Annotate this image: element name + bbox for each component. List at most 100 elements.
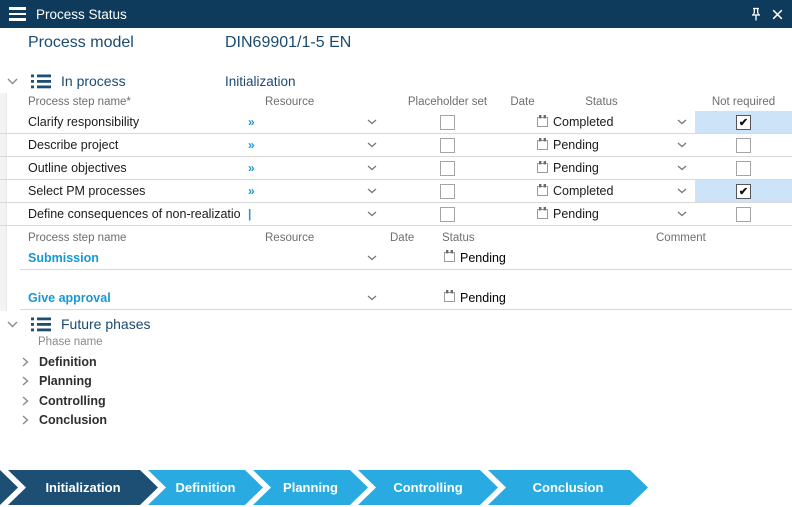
placeholder-checkbox[interactable]	[440, 184, 455, 199]
resource-cell[interactable]: »	[240, 111, 385, 133]
not-required-cell	[695, 157, 792, 179]
placeholder-checkbox[interactable]	[440, 138, 455, 153]
process-step-name[interactable]: Select PM processes	[0, 184, 240, 198]
phase-segment-definition[interactable]: Definition	[148, 470, 263, 505]
placeholder-checkbox[interactable]	[440, 207, 455, 222]
process-model-value[interactable]: DIN69901/1-5 EN	[225, 34, 351, 52]
collapse-chevron-icon[interactable]	[7, 78, 18, 85]
col-header-date[interactable]: Date	[385, 232, 430, 244]
not-required-cell	[695, 203, 792, 225]
chevron-down-icon[interactable]	[668, 134, 695, 156]
approval-step-name[interactable]: Give approval	[20, 291, 240, 305]
pin-icon[interactable]	[750, 7, 762, 22]
calendar-icon	[537, 161, 548, 176]
resource-cell[interactable]: |	[240, 203, 385, 225]
process-step-name[interactable]: Clarify responsibility	[0, 115, 240, 129]
resource-cell[interactable]	[240, 246, 385, 269]
col-header-comment[interactable]: Comment	[650, 232, 792, 244]
col-header-step-name[interactable]: Process step name*	[0, 96, 240, 108]
date-cell[interactable]	[510, 111, 535, 133]
col-header-status[interactable]: Status	[535, 96, 668, 108]
not-required-checkbox[interactable]	[736, 138, 751, 153]
chevron-down-icon[interactable]	[367, 188, 377, 194]
status-value: Pending	[460, 251, 506, 265]
chevron-down-icon[interactable]	[668, 203, 695, 225]
resource-cell[interactable]: »	[240, 180, 385, 202]
col-header-date[interactable]: Date	[510, 96, 535, 108]
placeholder-checkbox[interactable]	[440, 115, 455, 130]
calendar-icon	[537, 184, 548, 199]
not-required-checkbox[interactable]	[736, 161, 751, 176]
calendar-icon	[444, 250, 455, 265]
status-cell[interactable]: Pending	[535, 207, 668, 222]
col-header-not-required[interactable]: Not required	[695, 96, 792, 108]
chevron-down-icon[interactable]	[668, 111, 695, 133]
list-item[interactable]: Controlling	[0, 391, 792, 411]
current-phase-name: Initialization	[225, 74, 296, 89]
resource-cell[interactable]: »	[240, 134, 385, 156]
process-step-name[interactable]: Define consequences of non-realization	[0, 207, 240, 221]
titlebar: Process Status	[0, 0, 792, 28]
date-cell[interactable]	[510, 180, 535, 202]
status-value: Pending	[460, 291, 506, 305]
date-cell[interactable]	[510, 134, 535, 156]
steps-table-header: Process step name* Resource Placeholder …	[0, 94, 792, 110]
chevron-down-icon[interactable]	[367, 211, 377, 217]
col-header-resource[interactable]: Resource	[240, 232, 385, 244]
chevron-down-icon[interactable]	[367, 119, 377, 125]
expand-chevron-icon[interactable]	[22, 376, 29, 386]
list-item[interactable]: Planning	[0, 372, 792, 392]
resource-link[interactable]: »	[248, 115, 367, 129]
not-required-checkbox[interactable]	[736, 207, 751, 222]
phase-name: Definition	[39, 355, 97, 369]
close-icon[interactable]	[772, 9, 783, 20]
chevron-down-icon[interactable]	[367, 295, 377, 301]
date-cell[interactable]	[510, 203, 535, 225]
resource-link[interactable]: »	[248, 161, 367, 175]
process-step-name[interactable]: Describe project	[0, 138, 240, 152]
chevron-down-icon[interactable]	[367, 142, 377, 148]
calendar-icon	[537, 207, 548, 222]
chevron-down-icon[interactable]	[367, 255, 377, 261]
not-required-checkbox[interactable]	[736, 184, 751, 199]
collapse-chevron-icon[interactable]	[7, 321, 18, 328]
phase-segment-conclusion[interactable]: Conclusion	[488, 470, 648, 505]
expand-chevron-icon[interactable]	[22, 396, 29, 406]
placeholder-checkbox[interactable]	[440, 161, 455, 176]
future-phases-list: Definition Planning Controlling Conclusi…	[0, 352, 792, 430]
status-cell[interactable]: Pending	[430, 250, 650, 265]
col-header-status[interactable]: Status	[430, 232, 650, 244]
resource-cell[interactable]	[240, 286, 385, 309]
resource-link[interactable]: »	[248, 138, 367, 152]
phase-segment-planning[interactable]: Planning	[253, 470, 368, 505]
expand-chevron-icon[interactable]	[22, 357, 29, 367]
chevron-down-icon[interactable]	[367, 165, 377, 171]
future-phases-title: Future phases	[61, 316, 151, 332]
resource-cell[interactable]: »	[240, 157, 385, 179]
chevron-down-icon[interactable]	[668, 180, 695, 202]
list-item[interactable]: Definition	[0, 352, 792, 372]
col-header-resource[interactable]: Resource	[240, 96, 385, 108]
not-required-cell	[695, 111, 792, 133]
not-required-checkbox[interactable]	[736, 115, 751, 130]
process-step-name[interactable]: Outline objectives	[0, 161, 240, 175]
chevron-down-icon[interactable]	[668, 157, 695, 179]
calendar-icon	[537, 138, 548, 153]
status-cell[interactable]: Completed	[535, 184, 668, 199]
status-cell[interactable]: Completed	[535, 115, 668, 130]
phase-segment-controlling[interactable]: Controlling	[358, 470, 498, 505]
status-cell[interactable]: Pending	[535, 161, 668, 176]
expand-chevron-icon[interactable]	[22, 415, 29, 425]
status-cell[interactable]: Pending	[535, 138, 668, 153]
date-cell[interactable]	[510, 157, 535, 179]
phase-segment-initialization[interactable]: Initialization	[8, 470, 158, 505]
list-item[interactable]: Conclusion	[0, 411, 792, 431]
col-header-step-name[interactable]: Process step name	[0, 232, 240, 244]
col-header-placeholder[interactable]: Placeholder set	[385, 96, 510, 108]
text-cursor[interactable]: |	[248, 207, 367, 221]
approval-step-name[interactable]: Submission	[20, 251, 240, 265]
status-cell[interactable]: Pending	[430, 290, 650, 305]
hamburger-menu-icon[interactable]	[9, 7, 26, 20]
resource-link[interactable]: »	[248, 184, 367, 198]
not-required-cell	[695, 180, 792, 202]
